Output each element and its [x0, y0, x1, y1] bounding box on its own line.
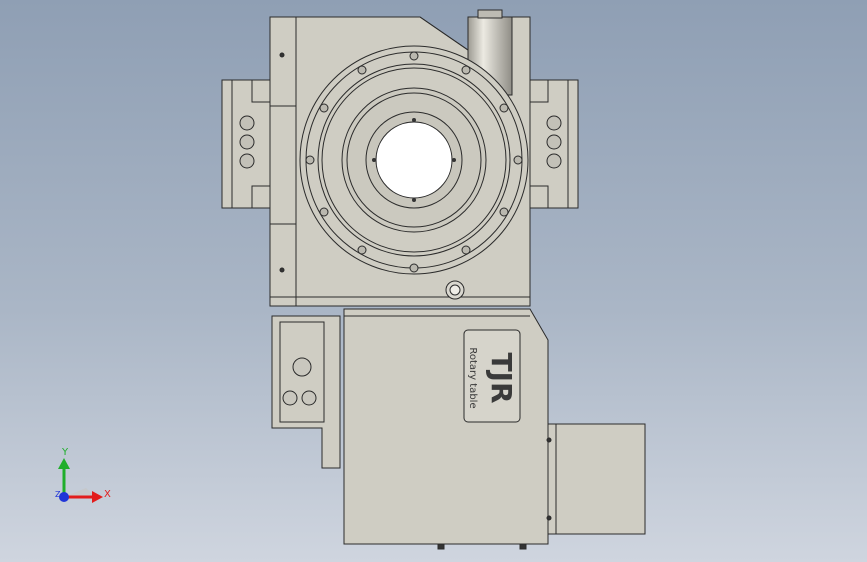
- x-axis-label: X: [104, 489, 111, 500]
- grease-fitting: [445, 280, 465, 300]
- logo-subtitle: Rotary table: [467, 347, 478, 408]
- logo-text: TJR: [485, 352, 518, 403]
- view-triad[interactable]: Y X Z: [55, 447, 111, 503]
- z-axis-dot: [59, 492, 69, 502]
- cad-model-canvas[interactable]: TJR Rotary table Y X Z: [0, 0, 867, 562]
- y-axis-label: Y: [61, 447, 69, 458]
- right-mounting-bracket: [529, 79, 579, 209]
- motor-block: [546, 423, 646, 535]
- cad-viewport[interactable]: TJR Rotary table Y X Z: [0, 0, 867, 562]
- gear-cover: [271, 315, 341, 469]
- center-bore: [375, 121, 453, 199]
- z-axis-label: Z: [55, 490, 61, 499]
- brand-logo: TJR Rotary table: [467, 347, 518, 408]
- rotary-table: [299, 45, 529, 275]
- left-mounting-bracket: [221, 79, 271, 209]
- drive-housing: [343, 308, 549, 545]
- bottom-connectors: [437, 543, 527, 550]
